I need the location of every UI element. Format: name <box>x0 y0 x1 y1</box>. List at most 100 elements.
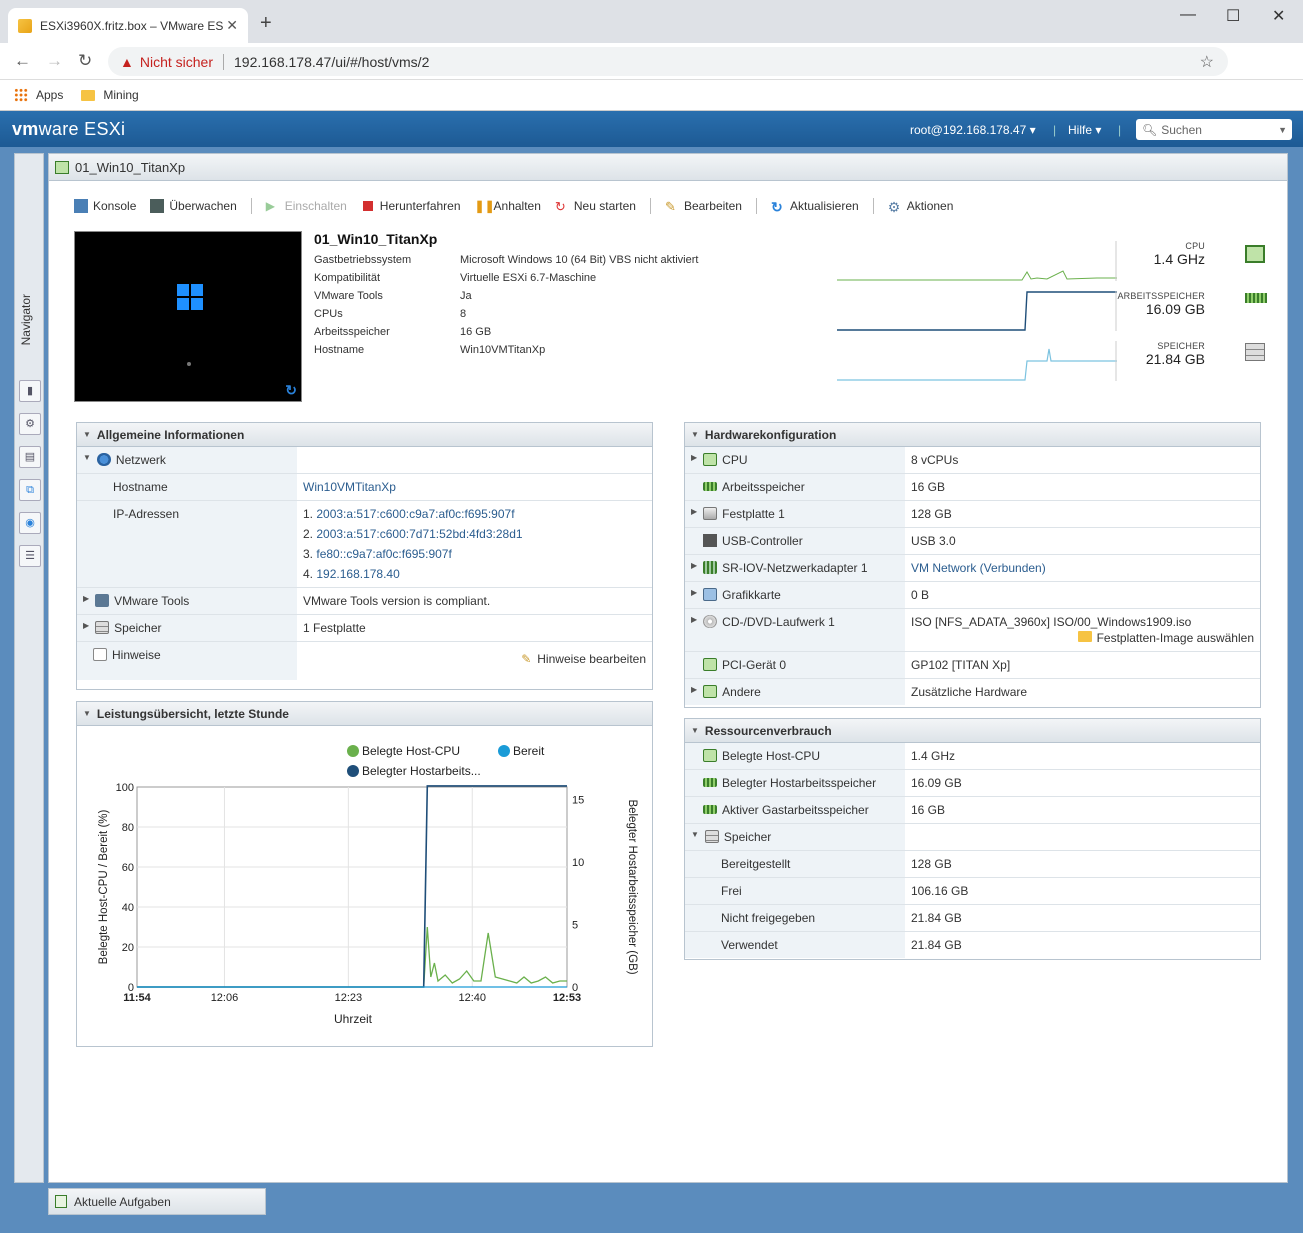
refresh-button[interactable]: ↻ Aktualisieren <box>771 199 859 215</box>
suspend-button[interactable]: ❚❚ Anhalten <box>475 199 541 213</box>
edit-button[interactable]: ✎ Bearbeiten <box>665 199 742 214</box>
row-label: Bereitgestellt <box>721 857 791 871</box>
ip-link[interactable]: 2003:a:517:c600:c9a7:af0c:f695:907f <box>316 507 514 521</box>
search-input[interactable]: 🔍︎ Suchen ▼ <box>1136 119 1292 140</box>
navigator-label[interactable]: Navigator <box>19 294 33 345</box>
monitor-icon[interactable]: ▤ <box>19 446 41 468</box>
console-button[interactable]: Konsole <box>74 199 136 213</box>
row-key[interactable]: ▼ Speicher <box>685 824 905 850</box>
expand-triangle-icon[interactable]: ▶ <box>691 507 697 516</box>
power-on-button[interactable]: ▶ Einschalten <box>266 199 347 213</box>
restart-button[interactable]: ↻ Neu starten <box>555 199 636 214</box>
panel-header[interactable]: ▼ Allgemeine Informationen <box>77 423 652 447</box>
expand-triangle-icon[interactable]: ▶ <box>691 588 697 597</box>
row-key[interactable]: ▶ Festplatte 1 <box>685 501 905 527</box>
panel-header[interactable]: ▼ Ressourcenverbrauch <box>685 719 1260 743</box>
collapse-triangle-icon[interactable]: ▼ <box>691 830 699 839</box>
expand-triangle-icon[interactable]: ▶ <box>83 594 89 603</box>
row-value-link[interactable]: VM Network (Verbunden) <box>911 561 1046 575</box>
notes-edit-button[interactable]: ✎ Hinweise bearbeiten <box>297 642 652 680</box>
row-key[interactable]: ▶ Grafikkarte <box>685 582 905 608</box>
collapse-triangle-icon[interactable]: ▼ <box>83 453 91 462</box>
chevron-down-icon[interactable]: ▼ <box>1278 125 1287 135</box>
navigator-sidebar[interactable]: Navigator ▮ ⚙ ▤ ⧉ ◉ ☰ <box>14 153 44 1183</box>
address-bar-row: ← → ↻ ▲ Nicht sicher 192.168.178.47/ui/#… <box>0 43 1303 115</box>
select-disk-image-button[interactable]: Festplatten-Image auswählen <box>911 631 1254 645</box>
loading-spinner-icon <box>187 362 191 366</box>
panel-header[interactable]: ▼ Hardwarekonfiguration <box>685 423 1260 447</box>
vm-title-bar: 01_Win10_TitanXp <box>49 154 1287 181</box>
collapse-triangle-icon[interactable]: ▼ <box>691 430 699 439</box>
omnibox[interactable]: ▲ Nicht sicher 192.168.178.47/ui/#/host/… <box>108 47 1228 76</box>
console-label: Konsole <box>93 199 137 213</box>
network-icon[interactable]: ◉ <box>19 512 41 534</box>
console-refresh-icon[interactable]: ↻ <box>285 382 297 399</box>
row-key[interactable]: ▶ Andere <box>685 679 905 705</box>
forward-arrow-icon[interactable]: → <box>46 51 63 71</box>
back-arrow-icon[interactable]: ← <box>14 51 31 71</box>
expand-triangle-icon[interactable]: ▶ <box>691 561 697 570</box>
bookmark-star-icon[interactable]: ☆ <box>1200 52 1214 72</box>
host-icon[interactable]: ▮ <box>19 380 41 402</box>
collapse-triangle-icon[interactable]: ▼ <box>83 709 91 718</box>
row-label: Grafikkarte <box>722 588 781 602</box>
collapse-triangle-icon[interactable]: ▼ <box>691 726 699 735</box>
monitor-button[interactable]: Überwachen <box>150 199 237 213</box>
hardware-row: ▶ CD-/DVD-Laufwerk 1 ISO [NFS_ADATA_3960x]… <box>685 609 1260 652</box>
bookmark-mining[interactable]: Mining <box>81 88 139 102</box>
y-tick-left: 100 <box>116 782 134 794</box>
reload-icon[interactable]: ↻ <box>78 51 92 71</box>
collapse-triangle-icon[interactable]: ▼ <box>83 430 91 439</box>
hardware-row: ▶ Festplatte 1 128 GB <box>685 501 1260 528</box>
user-menu[interactable]: root@192.168.178.47 ▾ <box>910 123 1036 137</box>
row-key: Arbeitsspeicher <box>685 474 905 500</box>
row-key[interactable]: ▶ CPU <box>685 447 905 473</box>
close-window-button[interactable]: ✕ <box>1272 6 1285 26</box>
ip-link[interactable]: 192.168.178.40 <box>316 567 399 581</box>
maximize-button[interactable]: ☐ <box>1226 6 1240 26</box>
memory-module-icon <box>703 778 717 787</box>
expand-triangle-icon[interactable]: ▶ <box>691 453 697 462</box>
vms-icon[interactable]: ⧉ <box>19 479 41 501</box>
url-text[interactable]: 192.168.178.47/ui/#/host/vms/2 <box>234 54 429 70</box>
hostname-link[interactable]: Win10VMTitanXp <box>303 480 396 494</box>
minimize-button[interactable]: — <box>1180 6 1196 24</box>
new-tab-button[interactable]: + <box>260 12 272 35</box>
toolbar-divider <box>872 198 874 214</box>
help-menu[interactable]: Hilfe ▾ <box>1068 123 1101 137</box>
ip-link[interactable]: 2003:a:517:c600:7d71:52bd:4fd3:28d1 <box>316 527 522 541</box>
row-key[interactable]: ▶ VMware Tools <box>77 588 297 614</box>
cpu-metric: CPU 1.4 GHz <box>1154 241 1205 267</box>
storage-icon[interactable]: ☰ <box>19 545 41 567</box>
row-key[interactable]: ▶ Speicher <box>77 615 297 641</box>
row-label: Netzwerk <box>115 453 166 467</box>
row-key[interactable]: ▼ Netzwerk <box>77 447 297 473</box>
actions-button[interactable]: ⚙ Aktionen <box>888 199 954 215</box>
x-tick: 12:53 <box>553 992 581 1004</box>
security-indicator[interactable]: Nicht sicher <box>140 54 213 70</box>
performance-chart[interactable]: 02040608010005101511:54 12:06 12:23 12:40 12… <box>77 727 653 1045</box>
row-key[interactable]: ▶ SR-IOV-Netzwerkadapter 1 <box>685 555 905 581</box>
expand-triangle-icon[interactable]: ▶ <box>83 621 89 630</box>
metric-label: ARBEITSSPEICHER <box>1117 291 1205 301</box>
ip-link[interactable]: fe80::c9a7:af0c:f695:907f <box>316 547 451 561</box>
panel-header[interactable]: ▼ Leistungsübersicht, letzte Stunde <box>77 702 652 726</box>
expand-triangle-icon[interactable]: ▶ <box>691 615 697 624</box>
omnibox-divider <box>223 53 224 70</box>
tab-title: ESXi3960X.fritz.box – VMware ES <box>40 18 224 33</box>
recent-tasks-tab[interactable]: Aktuelle Aufgaben <box>48 1188 266 1215</box>
bookmark-apps[interactable]: Apps <box>14 88 63 102</box>
storage-detail-row: Frei 106.16 GB <box>685 878 1260 905</box>
shutdown-button[interactable]: Herunterfahren <box>361 199 461 213</box>
hostname-link[interactable]: Win10VMTitanXp <box>460 344 545 356</box>
toolbox-icon <box>95 594 110 607</box>
cd-dvd-icon <box>703 615 718 628</box>
row-key[interactable]: ▶ CD-/DVD-Laufwerk 1 <box>685 609 905 651</box>
manage-icon[interactable]: ⚙ <box>19 413 41 435</box>
tab-close-icon[interactable]: ✕ <box>226 17 238 34</box>
memory-module-icon <box>1245 293 1267 303</box>
console-preview[interactable]: ↻ <box>74 231 302 402</box>
browser-tab[interactable]: ESXi3960X.fritz.box – VMware ES ✕ <box>8 8 248 43</box>
x-tick: 11:54 <box>123 992 151 1004</box>
expand-triangle-icon[interactable]: ▶ <box>691 685 697 694</box>
